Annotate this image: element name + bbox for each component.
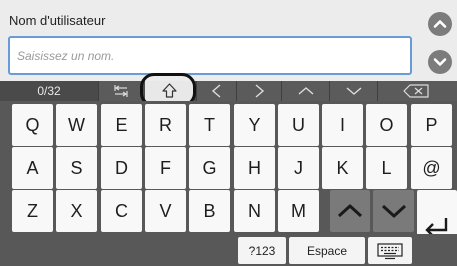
key-u[interactable]: U [278,104,319,146]
input-header: Nom d'utilisateur [0,0,457,81]
backspace-key[interactable] [377,81,457,101]
key-s[interactable]: S [56,147,97,189]
hide-keyboard-key[interactable] [368,237,412,264]
scroll-up-button[interactable] [428,12,452,36]
key-h[interactable]: H [234,147,275,189]
key-q[interactable]: Q [12,104,53,146]
page-up-key[interactable] [281,81,329,101]
key-v[interactable]: V [145,190,186,232]
key-@[interactable]: @ [411,147,452,189]
key-a[interactable]: A [12,147,53,189]
keyboard: QWERTYUIOP A S D F G H J K L @ ZXCVBNM ?123 Espac… [0,101,457,266]
key-f[interactable]: F [145,147,186,189]
key-g[interactable]: G [189,147,230,189]
keyboard-toolbar: 0/32 [0,81,457,101]
key-e[interactable]: E [101,104,142,146]
tab-key[interactable] [98,81,142,101]
key-p[interactable]: P [411,104,452,146]
key-c[interactable]: C [101,190,142,232]
key-b[interactable]: B [189,190,230,232]
key-n[interactable]: N [234,190,275,232]
scroll-down-button[interactable] [428,50,452,74]
key-l[interactable]: L [366,147,407,189]
page-up-key-large[interactable] [330,190,370,232]
key-j[interactable]: J [278,147,319,189]
key-z[interactable]: Z [12,190,53,232]
key-k[interactable]: K [322,147,363,189]
page-down-key[interactable] [329,81,377,101]
key-x[interactable]: X [56,190,97,232]
character-count: 0/32 [0,81,98,101]
chevron-up-icon [337,204,363,218]
chevron-right-icon [255,84,265,98]
cursor-right-key[interactable] [236,81,281,101]
key-d[interactable]: D [101,147,142,189]
key-t[interactable]: T [189,104,230,146]
key-o[interactable]: O [366,104,407,146]
backspace-icon [403,84,429,98]
key-r[interactable]: R [145,104,186,146]
cursor-left-key[interactable] [196,81,236,101]
shift-key[interactable] [145,81,194,101]
shift-arrow-icon [162,83,177,98]
key-i[interactable]: I [322,104,363,146]
field-label: Nom d'utilisateur [9,13,106,28]
chevron-down-circle-icon [433,58,447,66]
key-m[interactable]: M [278,190,319,232]
chevron-up-circle-icon [433,20,447,28]
chevron-down-icon [346,87,362,95]
username-input[interactable] [8,36,412,75]
keyboard-icon [377,242,403,259]
numbers-key[interactable]: ?123 [238,237,286,264]
page-down-key-large[interactable] [373,190,414,232]
chevron-up-icon [298,87,314,95]
tab-arrows-icon [114,85,128,97]
name-entry-screen: Nom d'utilisateur 0/32 [0,0,457,266]
chevron-left-icon [211,84,221,98]
key-y[interactable]: Y [234,104,275,146]
space-key[interactable]: Espace [289,237,365,264]
chevron-down-icon [381,204,406,218]
key-w[interactable]: W [56,104,97,146]
